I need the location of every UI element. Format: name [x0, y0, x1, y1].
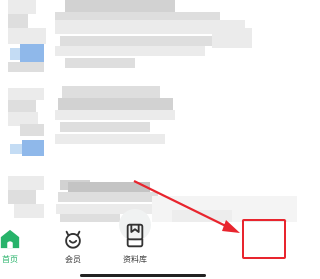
- home-icon: [0, 229, 20, 249]
- home-indicator: [80, 274, 206, 277]
- content-feed: [0, 0, 297, 222]
- tab-member-label: 会员: [65, 255, 81, 264]
- library-icon: [126, 223, 144, 241]
- tab-library-label: 资料库: [123, 255, 147, 264]
- tab-member[interactable]: 会员: [53, 228, 93, 270]
- tab-home[interactable]: 首页: [0, 228, 30, 270]
- member-icon: [65, 230, 81, 249]
- tab-home-label: 首页: [2, 255, 18, 264]
- annotation-highlight-box: [242, 219, 286, 259]
